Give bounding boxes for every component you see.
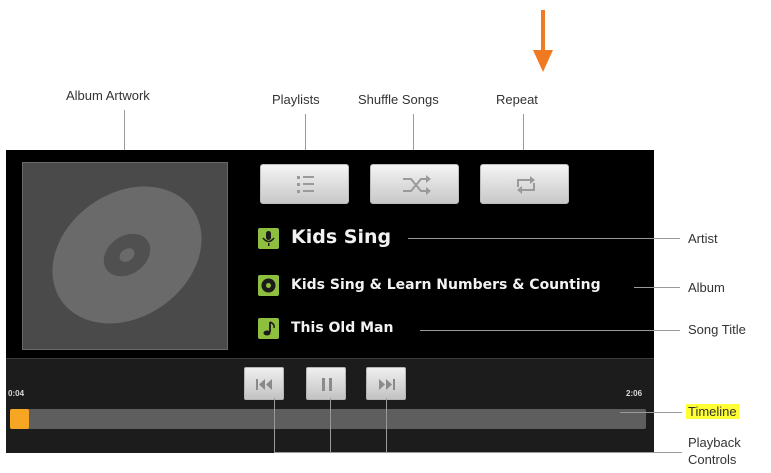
callout-shuffle-songs: Shuffle Songs xyxy=(358,92,439,107)
microphone-icon xyxy=(258,228,279,249)
callout-line-next xyxy=(386,398,387,452)
total-time: 2:06 xyxy=(626,389,643,398)
album-disc-icon xyxy=(52,186,202,324)
callout-timeline: Timeline xyxy=(686,404,739,419)
pause-icon xyxy=(322,378,332,391)
repeat-icon xyxy=(517,176,535,194)
shuffle-button[interactable] xyxy=(370,164,459,204)
album-artwork xyxy=(22,162,228,350)
callout-line-pause xyxy=(330,398,331,452)
arrow-down-icon xyxy=(533,10,553,72)
callout-line-artist xyxy=(408,238,680,239)
callout-playback-controls: Playback Controls xyxy=(688,434,741,468)
callout-line-prev xyxy=(274,398,275,452)
album-name: Kids Sing & Learn Numbers & Counting xyxy=(291,277,601,293)
playlists-button[interactable] xyxy=(260,164,349,204)
playlist-icon xyxy=(297,176,314,193)
shuffle-icon xyxy=(403,175,431,195)
previous-icon xyxy=(256,379,272,390)
music-note-icon xyxy=(258,318,279,339)
song-title: This Old Man xyxy=(291,320,394,336)
callout-album-artwork: Album Artwork xyxy=(66,88,150,103)
next-button[interactable] xyxy=(366,367,406,400)
callout-line-album xyxy=(634,287,680,288)
callout-line-playback xyxy=(274,452,682,453)
callout-playback-line1: Playback xyxy=(688,435,741,450)
callout-song-title: Song Title xyxy=(688,322,746,337)
artist-name: Kids Sing xyxy=(291,226,392,248)
callout-line-song-title xyxy=(420,330,680,331)
timeline-progress xyxy=(10,409,29,429)
previous-button[interactable] xyxy=(244,367,284,400)
callout-playback-line2: Controls xyxy=(688,452,737,467)
callout-playlists: Playlists xyxy=(272,92,320,107)
repeat-button[interactable] xyxy=(480,164,569,204)
callout-album: Album xyxy=(688,280,725,295)
callout-artist: Artist xyxy=(688,231,718,246)
pause-button[interactable] xyxy=(306,367,346,400)
elapsed-time: 0:04 xyxy=(8,389,25,398)
timeline-slider[interactable] xyxy=(10,409,646,429)
next-icon xyxy=(379,379,395,390)
callout-repeat: Repeat xyxy=(496,92,538,107)
disc-icon xyxy=(258,275,279,296)
callout-line-timeline xyxy=(620,412,682,413)
